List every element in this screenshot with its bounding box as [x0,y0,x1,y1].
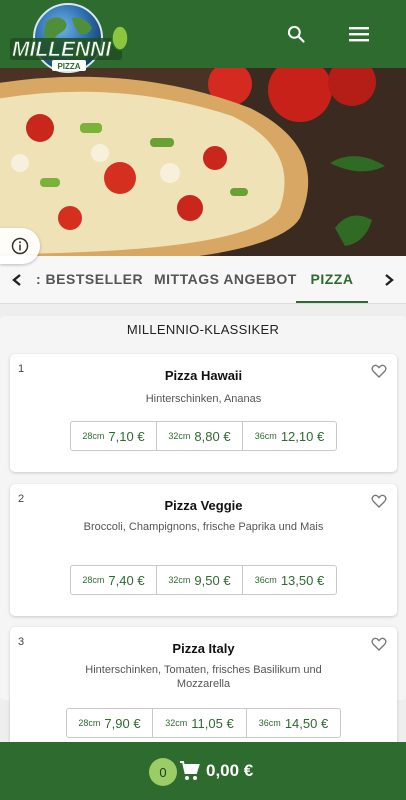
price-option-36cm[interactable]: 36cm 12,10 € [243,422,336,450]
product-name: Pizza Hawaii [164,368,243,383]
section-title: MILLENNIO-KLASSIKER [126,322,280,337]
search-icon [287,25,305,43]
price-options: 28cm 7,90 € 32cm 11,05 € 36cm 14,50 € [66,708,341,738]
price-value: 7,90 € [104,715,141,731]
menu-button[interactable] [343,18,375,50]
price-value: 7,40 € [108,572,145,588]
search-button[interactable] [280,18,312,50]
brand-logo[interactable]: MILLENNI PIZZA [8,2,130,76]
globe-logo-icon: MILLENNI PIZZA [10,3,129,73]
chevron-left-icon [12,274,21,286]
shopping-cart-icon [180,761,200,780]
product-card[interactable]: 1 Pizza Hawaii Hinterschinken, Ananas 28… [10,354,397,472]
price-size: 36cm [258,718,281,728]
product-card[interactable]: 3 Pizza Italy Hinterschinken, Tomaten, f… [10,627,397,742]
tab-pizza[interactable]: PIZZA [296,256,368,303]
price-size: 36cm [254,575,277,585]
svg-text:MILLENNI: MILLENNI [12,38,112,61]
chevron-right-icon [385,274,394,286]
hero-pizza-image [0,68,406,256]
info-button[interactable] [0,228,40,264]
price-option-28cm[interactable]: 28cm 7,90 € [67,709,153,737]
price-size: 32cm [168,431,191,441]
info-icon [11,237,29,255]
price-option-32cm[interactable]: 32cm 8,80 € [157,422,243,450]
tabs-scroll-right-button[interactable] [372,256,406,303]
price-options: 28cm 7,10 € 32cm 8,80 € 36cm 12,10 € [70,421,337,451]
price-size: 28cm [82,431,105,441]
price-option-28cm[interactable]: 28cm 7,40 € [71,566,157,594]
tab-bestseller[interactable]: : BESTSELLER [36,256,143,303]
svg-text:PIZZA: PIZZA [57,62,80,71]
cart-total: 0,00 € [206,761,254,780]
cart-count-badge: 0 [149,758,177,786]
price-option-32cm[interactable]: 32cm 11,05 € [153,709,247,737]
price-size: 36cm [254,431,277,441]
price-value: 14,50 € [284,715,329,731]
product-list: MILLENNIO-KLASSIKER 1 Pizza Hawaii Hinte… [0,316,406,742]
product-description: Hinterschinken, Tomaten, frisches Basili… [85,664,322,690]
price-option-28cm[interactable]: 28cm 7,10 € [71,422,157,450]
price-value: 12,10 € [280,428,325,444]
tab-mittags-angebot[interactable]: MITTAGS ANGEBOT [154,256,297,303]
price-value: 7,10 € [108,428,145,444]
price-value: 13,50 € [280,572,325,588]
price-value: 8,80 € [194,428,231,444]
cart-bar[interactable]: 0 0,00 € [0,742,406,800]
price-options: 28cm 7,40 € 32cm 9,50 € 36cm 13,50 € [70,565,337,595]
price-option-32cm[interactable]: 32cm 9,50 € [157,566,243,594]
price-size: 32cm [168,575,191,585]
price-option-36cm[interactable]: 36cm 13,50 € [243,566,336,594]
price-value: 9,50 € [194,572,231,588]
hamburger-menu-icon [349,27,369,42]
price-size: 28cm [78,718,101,728]
product-card[interactable]: 2 Pizza Veggie Broccoli, Champignons, fr… [10,484,397,616]
price-size: 32cm [165,718,188,728]
price-size: 28cm [82,575,105,585]
product-name: Pizza Italy [172,641,235,656]
price-value: 11,05 € [191,715,234,731]
price-option-36cm[interactable]: 36cm 14,50 € [247,709,340,737]
product-description: Broccoli, Champignons, frische Paprika u… [83,521,324,533]
product-name: Pizza Veggie [164,498,243,513]
category-tabs: : BESTSELLER MITTAGS ANGEBOT PIZZA [0,256,406,304]
product-description: Hinterschinken, Ananas [145,393,262,405]
